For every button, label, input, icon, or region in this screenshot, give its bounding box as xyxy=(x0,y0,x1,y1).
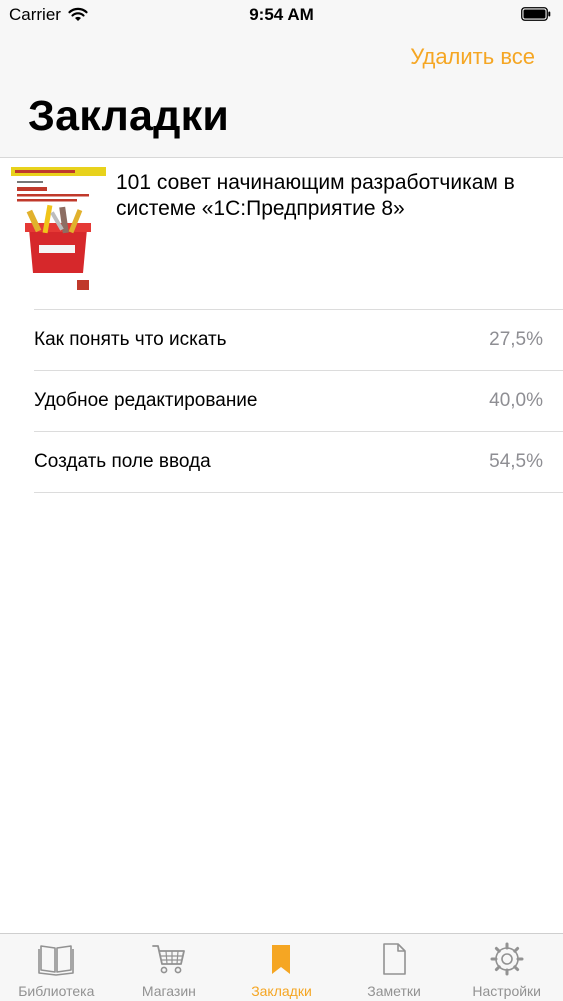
delete-all-button[interactable]: Удалить все xyxy=(410,44,535,70)
tab-label: Магазин xyxy=(141,983,196,999)
bookmark-row[interactable]: Создать поле ввода 54,5% xyxy=(34,431,563,493)
bookmark-percent: 27,5% xyxy=(489,329,543,350)
tab-label: Заметки xyxy=(367,983,421,999)
bookmark-row[interactable]: Удобное редактирование 40,0% xyxy=(34,370,563,431)
tab-store[interactable]: Магазин xyxy=(113,934,226,1001)
tab-bar: Библиотека Магазин Закладки Заметки Наст… xyxy=(0,933,563,1001)
battery-icon xyxy=(521,7,551,21)
bookmark-row[interactable]: Как понять что искать 27,5% xyxy=(34,309,563,370)
gear-icon xyxy=(490,942,524,976)
bookmark-percent: 40,0% xyxy=(489,390,543,411)
note-icon xyxy=(383,943,406,975)
tab-label: Настройки xyxy=(472,983,541,999)
page-title: Закладки xyxy=(28,92,229,140)
bookmark-percent: 54,5% xyxy=(489,451,543,472)
tab-library[interactable]: Библиотека xyxy=(0,934,113,1001)
tab-notes[interactable]: Заметки xyxy=(338,934,451,1001)
bookmark-list: Как понять что искать 27,5% Удобное реда… xyxy=(0,309,563,493)
tab-label: Закладки xyxy=(251,983,312,999)
book-title: 101 совет начинающим разработчикам в сис… xyxy=(116,171,515,220)
book-icon xyxy=(38,945,75,976)
status-bar: Carrier 9:54 AM xyxy=(0,0,563,30)
book-header[interactable]: 101 совет начинающим разработчикам в сис… xyxy=(0,158,563,309)
clock: 9:54 AM xyxy=(249,5,314,24)
bookmark-label: Создать поле ввода xyxy=(34,451,211,472)
tab-bookmarks[interactable]: Закладки xyxy=(225,934,338,1001)
bookmark-label: Удобное редактирование xyxy=(34,390,258,411)
tab-settings[interactable]: Настройки xyxy=(450,934,563,1001)
bookmark-label: Как понять что искать xyxy=(34,329,227,350)
cart-icon xyxy=(151,945,185,974)
tab-label: Библиотека xyxy=(18,983,95,999)
bookmark-icon xyxy=(272,945,291,974)
book-cover-image xyxy=(11,167,106,300)
